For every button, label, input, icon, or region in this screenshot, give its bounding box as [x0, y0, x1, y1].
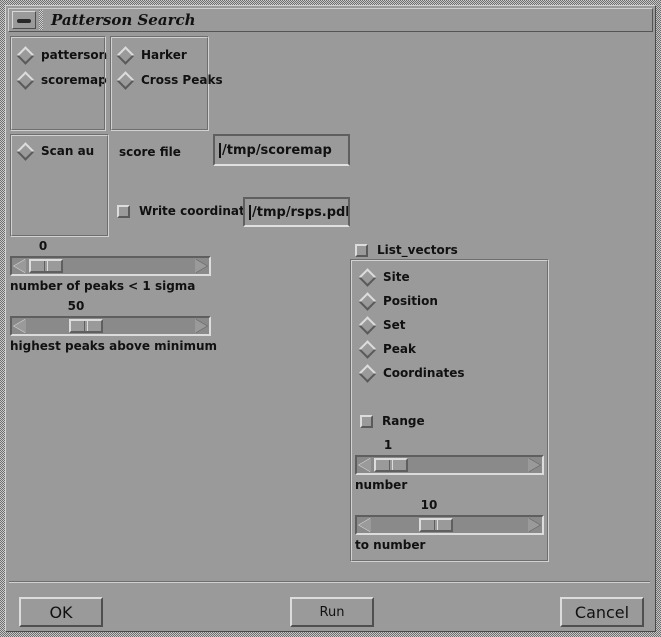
slider-thumb[interactable] [419, 518, 453, 532]
radio-site-label: Site [383, 270, 410, 284]
scroll-left-arrow-icon[interactable] [14, 259, 26, 273]
radio-patterson[interactable]: patterson [16, 45, 108, 65]
radio-position-label: Position [383, 294, 438, 308]
slider-peaks-below-sigma-value: 0 [38, 239, 48, 253]
application-window: Patterson Search patterson scoremap Hark… [0, 0, 661, 637]
checkbox-write-coordinates[interactable]: Write coordinates [117, 202, 260, 220]
scroll-right-arrow-icon[interactable] [528, 518, 540, 532]
ok-button[interactable]: OK [19, 597, 103, 627]
window-title: Patterson Search [51, 11, 196, 29]
radio-peak[interactable]: Peak [358, 339, 417, 359]
diamond-icon [16, 70, 35, 90]
checkbox-icon [360, 414, 373, 428]
diamond-icon [358, 339, 377, 359]
diamond-icon [116, 45, 135, 65]
checkbox-range[interactable]: Range [360, 412, 425, 430]
score-file-input[interactable]: /tmp/scoremap [213, 134, 350, 166]
radio-set-label: Set [383, 318, 406, 332]
radio-coordinates-label: Coordinates [383, 366, 465, 380]
radio-patterson-label: patterson [41, 48, 108, 62]
diamond-icon [16, 141, 35, 161]
slider-range-to-number[interactable]: 10 to number [355, 498, 544, 552]
slider-highest-peaks-label: highest peaks above minimum [10, 339, 218, 353]
slider-peaks-below-sigma[interactable]: 0 number of peaks < 1 sigma [10, 239, 211, 293]
radio-position[interactable]: Position [358, 291, 438, 311]
scan-au-group: Scan au [10, 134, 109, 237]
score-file-value: /tmp/scoremap [222, 142, 332, 158]
checkbox-icon [117, 204, 130, 218]
slider-range-number[interactable]: 1 number [355, 438, 544, 492]
checkbox-icon [355, 243, 368, 257]
slider-range-to-number-track[interactable] [355, 515, 544, 535]
slider-range-number-label: number [355, 478, 408, 492]
map-type-group: patterson scoremap [10, 36, 108, 131]
scroll-right-arrow-icon[interactable] [195, 319, 207, 333]
checkbox-range-label: Range [382, 414, 425, 428]
radio-cross-peaks[interactable]: Cross Peaks [116, 70, 223, 90]
list-vectors-group: Site Position Set Peak Coordinates Range… [350, 259, 549, 562]
slider-thumb[interactable] [374, 458, 408, 472]
write-coordinates-value: /tmp/rsps.pdb [252, 204, 350, 220]
title-bar[interactable]: Patterson Search [8, 8, 653, 32]
checkbox-write-coordinates-label: Write coordinates [139, 204, 260, 218]
radio-scan-au-label: Scan au [41, 144, 95, 158]
radio-peak-label: Peak [383, 342, 417, 356]
checkbox-list-vectors[interactable]: List_vectors [355, 241, 458, 259]
slider-highest-peaks[interactable]: 50 highest peaks above minimum [10, 299, 217, 353]
slider-range-to-number-value: 10 [420, 498, 438, 512]
scroll-left-arrow-icon[interactable] [359, 518, 371, 532]
text-caret [249, 204, 251, 220]
slider-range-to-number-label: to number [355, 538, 426, 552]
slider-range-number-track[interactable] [355, 455, 544, 475]
radio-coordinates[interactable]: Coordinates [358, 363, 465, 383]
slider-peaks-below-sigma-track[interactable] [10, 256, 211, 276]
diamond-icon [358, 363, 377, 383]
radio-scoremap[interactable]: scoremap [16, 70, 107, 90]
slider-thumb[interactable] [69, 319, 103, 333]
slider-highest-peaks-track[interactable] [10, 316, 211, 336]
checkbox-list-vectors-label: List_vectors [377, 243, 458, 257]
score-file-label: score file [119, 145, 181, 159]
peak-type-group: Harker Cross Peaks [110, 36, 223, 131]
radio-harker[interactable]: Harker [116, 45, 187, 65]
window-menu-icon[interactable] [12, 11, 36, 29]
slider-thumb[interactable] [29, 259, 63, 273]
cancel-button[interactable]: Cancel [560, 597, 644, 627]
title-grip [39, 10, 43, 30]
scroll-right-arrow-icon[interactable] [195, 259, 207, 273]
window-client-area: Patterson Search patterson scoremap Hark… [5, 5, 656, 632]
scroll-left-arrow-icon[interactable] [359, 458, 371, 472]
radio-cross-peaks-label: Cross Peaks [141, 73, 223, 87]
radio-scan-au[interactable]: Scan au [16, 141, 95, 161]
diamond-icon [16, 45, 35, 65]
write-coordinates-input[interactable]: /tmp/rsps.pdb [243, 197, 350, 227]
slider-range-number-value: 1 [383, 438, 393, 452]
diamond-icon [358, 291, 377, 311]
window-menu-bar-glyph [17, 19, 31, 23]
radio-set[interactable]: Set [358, 315, 406, 335]
slider-peaks-below-sigma-label: number of peaks < 1 sigma [10, 279, 196, 293]
slider-highest-peaks-value: 50 [67, 299, 85, 313]
diamond-icon [358, 315, 377, 335]
scroll-left-arrow-icon[interactable] [14, 319, 26, 333]
diamond-icon [116, 70, 135, 90]
diamond-icon [358, 267, 377, 287]
radio-site[interactable]: Site [358, 267, 410, 287]
radio-harker-label: Harker [141, 48, 187, 62]
radio-scoremap-label: scoremap [41, 73, 107, 87]
run-button[interactable]: Run [290, 597, 374, 627]
text-caret [219, 142, 221, 158]
scroll-right-arrow-icon[interactable] [528, 458, 540, 472]
action-area-separator [9, 581, 650, 583]
